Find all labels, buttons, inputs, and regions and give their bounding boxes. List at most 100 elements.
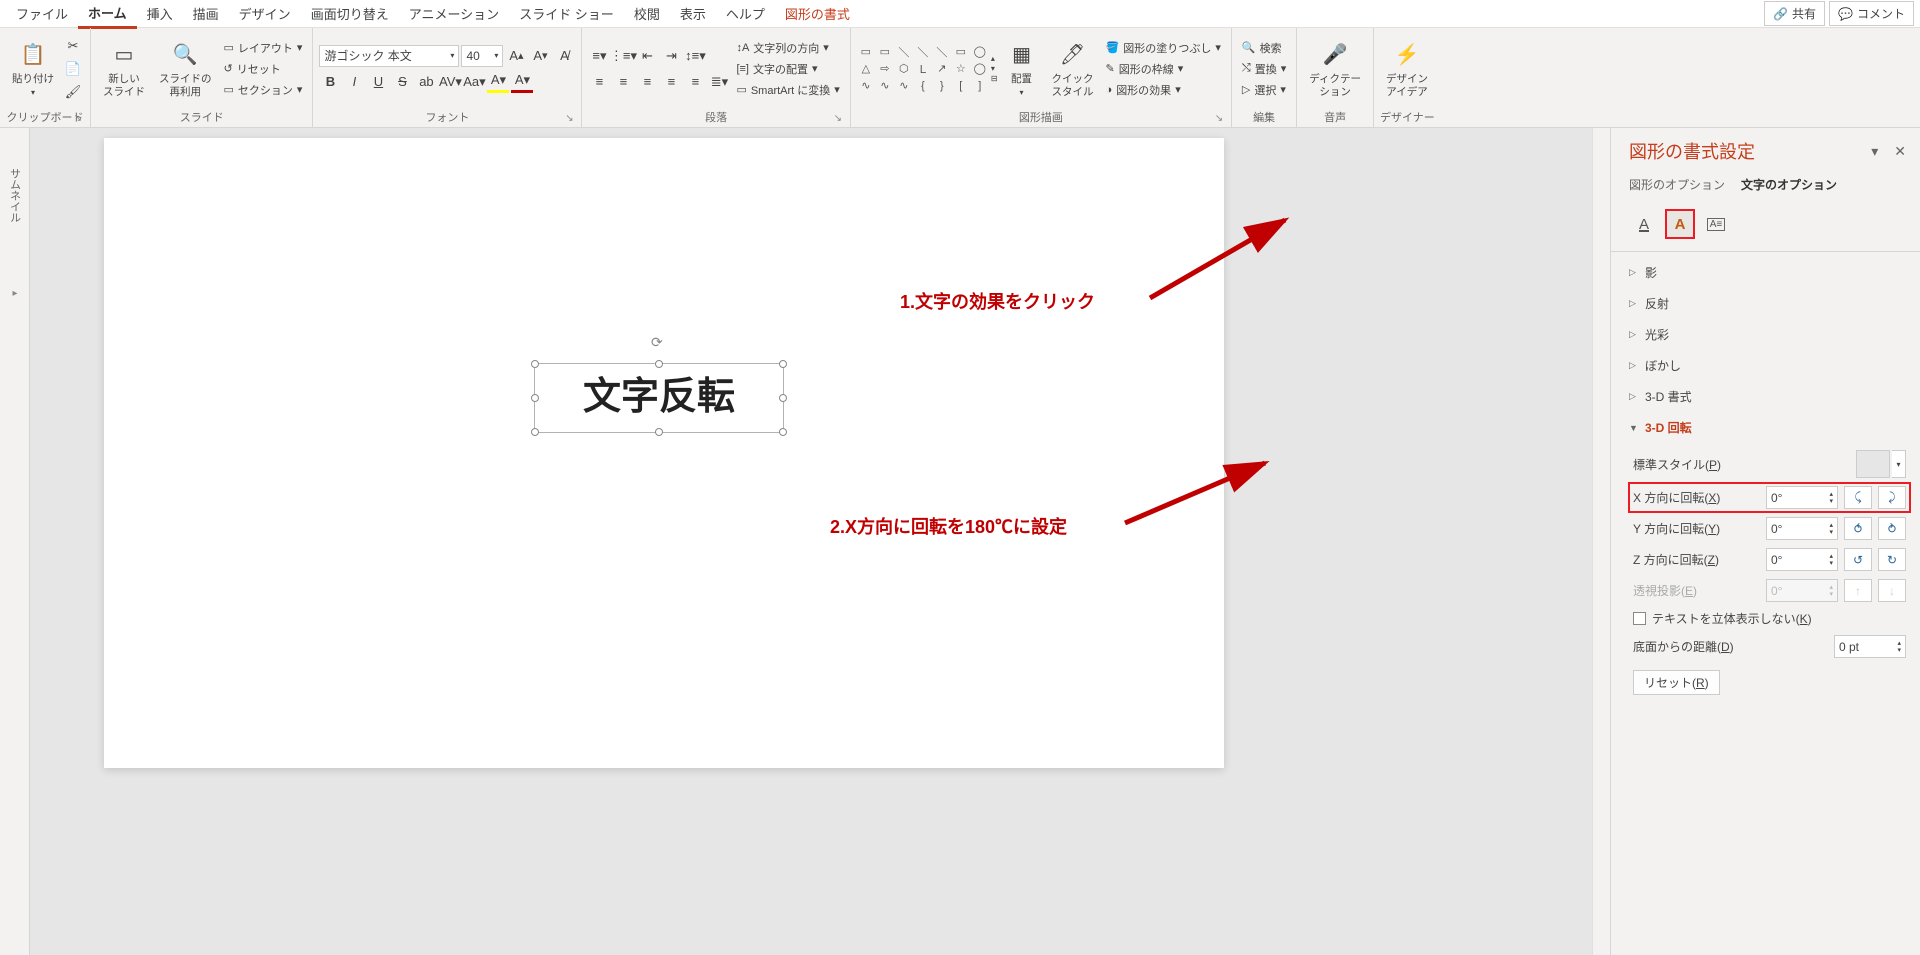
preset-style-dropdown[interactable]: ▾	[1892, 450, 1906, 478]
align-left-button[interactable]: ≡	[588, 71, 610, 93]
acc-3d-rotation[interactable]: 3-D 回転	[1629, 415, 1906, 440]
paste-button[interactable]: 📋 貼り付け▾	[6, 37, 60, 99]
shape-effects-button[interactable]: ◑ 図形の効果 ▾	[1102, 80, 1225, 100]
arrange-button[interactable]: ▦配置▾	[1000, 37, 1044, 99]
clipboard-dialog-launcher[interactable]: ↘	[72, 113, 84, 125]
tab-home[interactable]: ホーム	[78, 0, 137, 29]
preset-style-button[interactable]	[1856, 450, 1890, 478]
outdent-button[interactable]: ⇤	[636, 45, 658, 67]
panel-tab-text-options[interactable]: 文字のオプション	[1741, 176, 1837, 197]
replace-button[interactable]: ⤭ 置換 ▾	[1238, 59, 1290, 79]
reset-button[interactable]: ↺ リセット	[220, 59, 307, 79]
tab-review[interactable]: 校閲	[624, 0, 670, 27]
slide[interactable]: ⟳ 文字反転	[104, 138, 1224, 768]
tab-design[interactable]: デザイン	[229, 0, 301, 27]
handle-br[interactable]	[779, 428, 787, 436]
line-space-button[interactable]: ↕≡▾	[684, 45, 706, 67]
gallery-down[interactable]: ▾	[991, 64, 998, 73]
cut-button[interactable]: ✂	[62, 35, 84, 57]
acc-reflection[interactable]: 反射	[1629, 291, 1906, 316]
increase-font-button[interactable]: A▴	[505, 45, 527, 67]
font-size-combo[interactable]: 40▾	[461, 45, 503, 67]
text-effects-tab[interactable]: A	[1665, 209, 1695, 239]
bullet-button[interactable]: ≡▾	[588, 45, 610, 67]
handle-bm[interactable]	[655, 428, 663, 436]
distribute-button[interactable]: ≡	[684, 71, 706, 93]
handle-mr[interactable]	[779, 394, 787, 402]
gallery-more[interactable]: ⊟	[991, 74, 998, 83]
panel-menu-button[interactable]: ▾	[1871, 143, 1878, 160]
handle-bl[interactable]	[531, 428, 539, 436]
italic-button[interactable]: I	[343, 71, 365, 93]
shadow-text-button[interactable]: ab	[415, 71, 437, 93]
font-color-button[interactable]: A▾	[511, 71, 533, 93]
case-button[interactable]: Aa▾	[463, 71, 485, 93]
decrease-font-button[interactable]: A▾	[529, 45, 551, 67]
shapes-gallery[interactable]: ▭▭＼＼＼▭◯ △⇨⬡Ｌ↗☆◯ ∿∿∿{}[]	[857, 44, 989, 94]
text-fill-outline-tab[interactable]: A	[1629, 209, 1659, 239]
x-rotate-left-button[interactable]: ⤹	[1844, 486, 1872, 509]
handle-tl[interactable]	[531, 360, 539, 368]
y-rotate-up-button[interactable]: ⥀	[1844, 517, 1872, 540]
acc-shadow[interactable]: 影	[1629, 260, 1906, 285]
shape-fill-button[interactable]: 🪣 図形の塗りつぶし ▾	[1102, 38, 1225, 58]
font-name-combo[interactable]: 游ゴシック 本文▾	[319, 45, 459, 67]
columns-button[interactable]: ≣▾	[708, 71, 730, 93]
find-button[interactable]: 🔍 検索	[1238, 38, 1290, 58]
slide-canvas[interactable]: ⟳ 文字反転 1.文字の効果をクリック 2.X方向に回転を180℃に設定	[30, 128, 1610, 955]
clear-format-button[interactable]: A̸	[553, 45, 575, 67]
acc-softedge[interactable]: ぼかし	[1629, 353, 1906, 378]
handle-tm[interactable]	[655, 360, 663, 368]
thumbnail-expand-button[interactable]: ▸	[8, 278, 22, 308]
font-dialog-launcher[interactable]: ↘	[563, 113, 575, 125]
number-button[interactable]: ⋮≡▾	[612, 45, 634, 67]
z-rotate-ccw-button[interactable]: ↺	[1844, 548, 1872, 571]
textbox-tab[interactable]: A≡	[1701, 209, 1731, 239]
vertical-scrollbar[interactable]	[1592, 128, 1610, 955]
tab-shape-format[interactable]: 図形の書式	[775, 0, 860, 27]
para-dialog-launcher[interactable]: ↘	[832, 113, 844, 125]
quick-style-button[interactable]: 🖊クイック スタイル	[1046, 37, 1100, 100]
smartart-button[interactable]: ▭ SmartArt に変換 ▾	[732, 80, 843, 100]
reset-rotation-button[interactable]: リセット(R)	[1633, 670, 1720, 695]
z-rotation-input[interactable]: 0°▴▾	[1766, 548, 1838, 571]
align-right-button[interactable]: ≡	[636, 71, 658, 93]
tab-draw[interactable]: 描画	[183, 0, 229, 27]
tab-help[interactable]: ヘルプ	[716, 0, 775, 27]
bold-button[interactable]: B	[319, 71, 341, 93]
acc-glow[interactable]: 光彩	[1629, 322, 1906, 347]
strike-button[interactable]: S	[391, 71, 413, 93]
new-slide-button[interactable]: ▭新しい スライド	[97, 37, 151, 100]
x-rotation-input[interactable]: 0°▴▾	[1766, 486, 1838, 509]
distance-input[interactable]: 0 pt▴▾	[1834, 635, 1906, 658]
dictate-button[interactable]: 🎤ディクテー ション	[1303, 37, 1367, 100]
x-rotate-right-button[interactable]: ⤸	[1878, 486, 1906, 509]
panel-close-button[interactable]: ✕	[1894, 143, 1906, 160]
panel-tab-shape-options[interactable]: 図形のオプション	[1629, 176, 1725, 197]
section-button[interactable]: ▭ セクション ▾	[220, 80, 307, 100]
tab-slideshow[interactable]: スライド ショー	[509, 0, 624, 27]
design-ideas-button[interactable]: ⚡デザイン アイデア	[1380, 37, 1434, 100]
layout-button[interactable]: ▭ レイアウト ▾	[220, 38, 307, 58]
gallery-up[interactable]: ▴	[991, 54, 998, 63]
comment-button[interactable]: 💬コメント	[1829, 1, 1914, 26]
select-button[interactable]: ▷ 選択 ▾	[1238, 80, 1290, 100]
tab-view[interactable]: 表示	[670, 0, 716, 27]
indent-button[interactable]: ⇥	[660, 45, 682, 67]
tab-insert[interactable]: 挿入	[137, 0, 183, 27]
justify-button[interactable]: ≡	[660, 71, 682, 93]
textbox-selected[interactable]: ⟳ 文字反転	[534, 363, 784, 433]
copy-button[interactable]: 📄	[62, 58, 84, 80]
tab-animation[interactable]: アニメーション	[399, 0, 509, 27]
drawing-dialog-launcher[interactable]: ↘	[1213, 113, 1225, 125]
reuse-slide-button[interactable]: 🔍スライドの 再利用	[153, 37, 218, 100]
keep-text-flat-checkbox[interactable]	[1633, 612, 1646, 625]
tab-file[interactable]: ファイル	[6, 0, 78, 27]
shape-outline-button[interactable]: ✎ 図形の枠線 ▾	[1102, 59, 1225, 79]
z-rotate-cw-button[interactable]: ↻	[1878, 548, 1906, 571]
text-direction-button[interactable]: ↕A 文字列の方向 ▾	[732, 38, 843, 58]
acc-3d-format[interactable]: 3-D 書式	[1629, 384, 1906, 409]
y-rotate-down-button[interactable]: ⥁	[1878, 517, 1906, 540]
align-text-button[interactable]: [≡] 文字の配置 ▾	[732, 59, 843, 79]
char-space-button[interactable]: AV▾	[439, 71, 461, 93]
